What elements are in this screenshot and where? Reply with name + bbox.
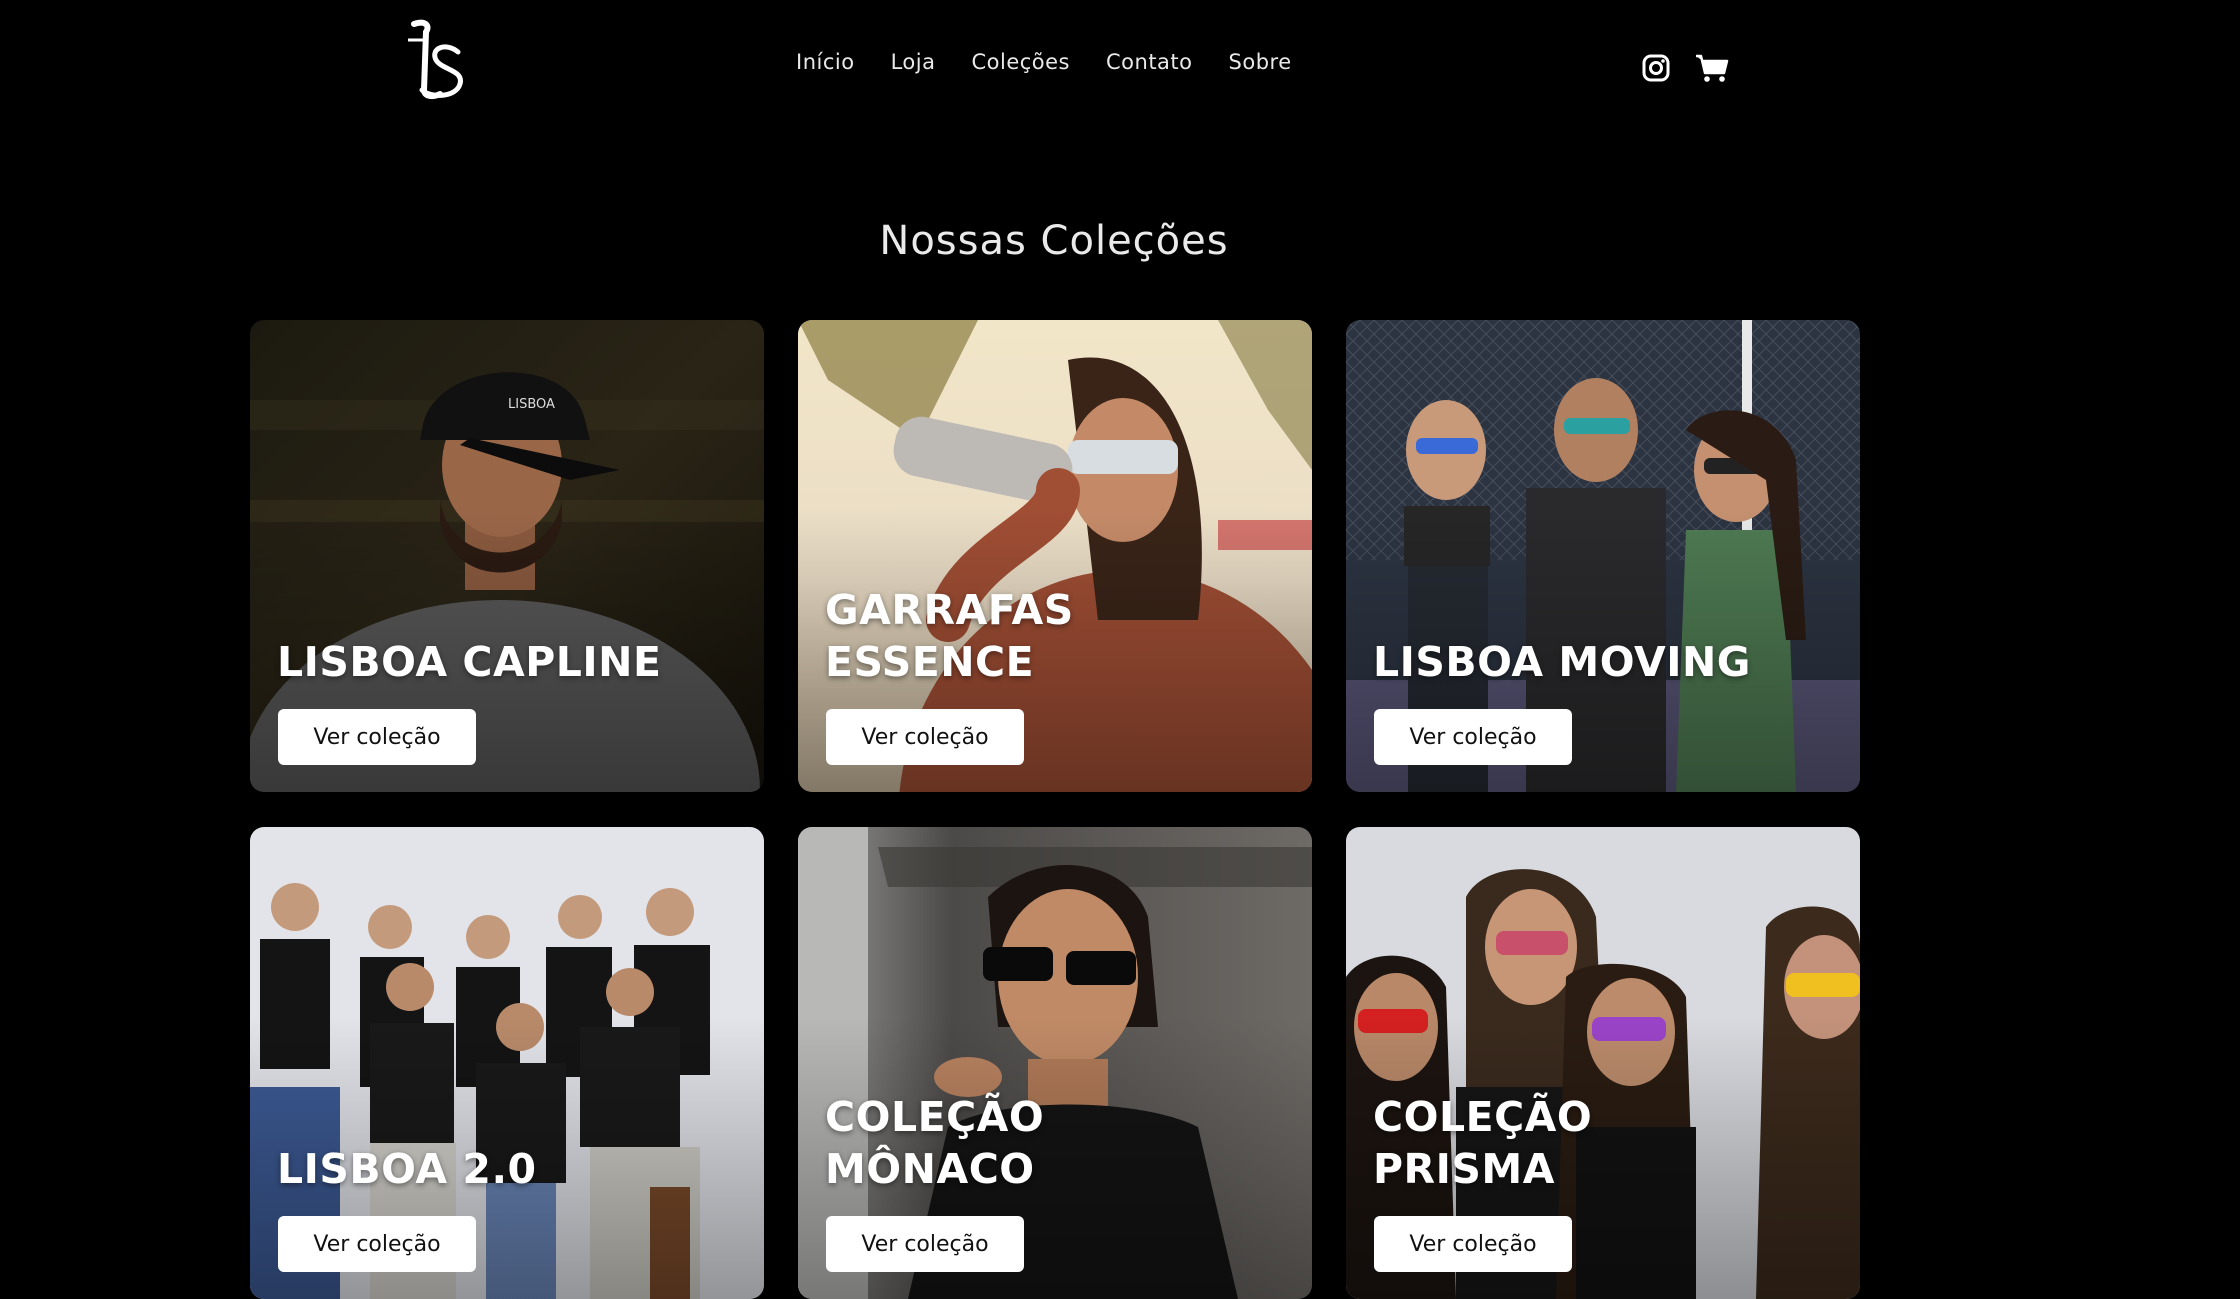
- page-title: Nossas Coleções: [879, 218, 1229, 264]
- collection-title: LISBOA 2.0: [277, 1145, 537, 1193]
- collections-grid: LISBOA LISBOA CAPLINE Ver coleção GARRAF…: [250, 320, 1860, 1299]
- view-collection-button[interactable]: Ver coleção: [1374, 1216, 1572, 1272]
- collection-card-lisboa-2-0[interactable]: LISBOA 2.0 Ver coleção: [250, 827, 764, 1299]
- nav-link-contato[interactable]: Contato: [1106, 50, 1193, 74]
- view-collection-button[interactable]: Ver coleção: [1374, 709, 1572, 765]
- collection-title: COLEÇÃO MÔNACO: [825, 1093, 1045, 1193]
- view-collection-button[interactable]: Ver coleção: [826, 1216, 1024, 1272]
- brand-logo[interactable]: [400, 18, 470, 102]
- collection-title: COLEÇÃO PRISMA: [1373, 1093, 1593, 1193]
- nav-link-sobre[interactable]: Sobre: [1229, 50, 1292, 74]
- collection-card-colecao-monaco[interactable]: COLEÇÃO MÔNACO Ver coleção: [798, 827, 1312, 1299]
- nav-link-inicio[interactable]: Início: [796, 50, 855, 74]
- site-header: Início Loja Coleções Contato Sobre: [0, 0, 2240, 134]
- view-collection-button[interactable]: Ver coleção: [826, 709, 1024, 765]
- collection-card-lisboa-moving[interactable]: LISBOA MOVING Ver coleção: [1346, 320, 1860, 792]
- instagram-icon[interactable]: [1640, 52, 1672, 84]
- cart-icon[interactable]: [1694, 52, 1730, 84]
- collection-card-colecao-prisma[interactable]: COLEÇÃO PRISMA Ver coleção: [1346, 827, 1860, 1299]
- nav-link-loja[interactable]: Loja: [891, 50, 936, 74]
- main-nav: Início Loja Coleções Contato Sobre: [796, 50, 1292, 74]
- collection-title: LISBOA CAPLINE: [277, 638, 662, 686]
- nav-link-colecoes[interactable]: Coleções: [971, 50, 1070, 74]
- collection-card-garrafas-essence[interactable]: GARRAFAS ESSENCE Ver coleção: [798, 320, 1312, 792]
- view-collection-button[interactable]: Ver coleção: [278, 1216, 476, 1272]
- svg-text:LISBOA: LISBOA: [508, 397, 555, 412]
- collection-title: LISBOA MOVING: [1373, 638, 1751, 686]
- view-collection-button[interactable]: Ver coleção: [278, 709, 476, 765]
- collection-card-lisboa-capline[interactable]: LISBOA LISBOA CAPLINE Ver coleção: [250, 320, 764, 792]
- collection-title: GARRAFAS ESSENCE: [825, 586, 1074, 686]
